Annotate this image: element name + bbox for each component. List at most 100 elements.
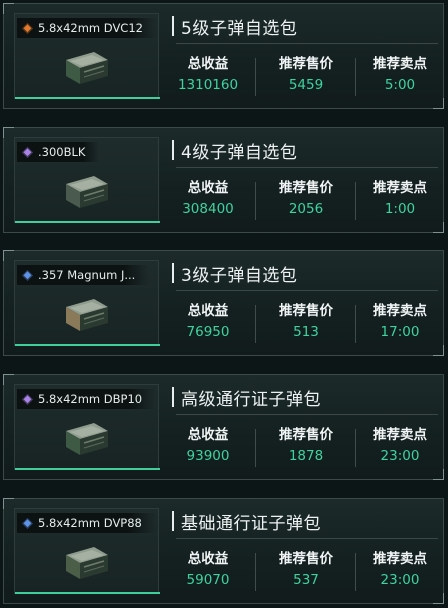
item-slot[interactable]: 5.8x42mm DVP88: [14, 508, 160, 594]
stat-label: 总收益: [187, 551, 229, 567]
item-slot[interactable]: 5.8x42mm DBP10: [14, 384, 160, 470]
item-slot[interactable]: .300BLK: [14, 137, 160, 223]
stat-label: 推荐卖点: [373, 551, 427, 567]
pack-title-row: 高级通行证子弹包: [172, 386, 321, 410]
ammo-box-icon: [62, 50, 110, 88]
stat-value: 308400: [182, 201, 234, 217]
purple-diamond-icon: [21, 146, 34, 159]
blue-diamond-icon: [21, 517, 34, 530]
stat-label: 推荐售价: [279, 303, 333, 319]
item-bar: [15, 221, 160, 223]
stat-total-income: 总收益 1310160: [164, 54, 252, 96]
stat-label: 总收益: [187, 180, 229, 196]
stats-row: 总收益 93900 推荐售价 1878 推荐卖点 23:00: [164, 425, 444, 471]
item-bar: [15, 468, 160, 470]
item-tag: .300BLK: [17, 142, 100, 162]
stat-value: 93900: [186, 448, 230, 464]
item-name: .300BLK: [38, 145, 86, 159]
ammo-box-icon: [62, 545, 110, 583]
item-tag: 5.8x42mm DBP10: [17, 389, 157, 409]
stat-value: 2056: [288, 201, 324, 217]
pack-title-row: 3级子弹自选包: [172, 262, 298, 286]
ammo-box-icon: [62, 421, 110, 459]
title-marker: [172, 263, 174, 283]
pack-title: 基础通行证子弹包: [181, 513, 321, 534]
pack-title: 4级子弹自选包: [181, 142, 298, 163]
stat-label: 推荐售价: [279, 180, 333, 196]
stat-separator: [255, 553, 256, 591]
stat-recommended-time: 推荐卖点 1:00: [356, 178, 444, 220]
stat-label: 总收益: [187, 303, 229, 319]
stat-value: 23:00: [380, 572, 420, 588]
pack-title: 高级通行证子弹包: [181, 389, 321, 410]
stat-separator: [255, 429, 256, 467]
purple-diamond-icon: [21, 393, 34, 406]
stat-label: 推荐卖点: [373, 180, 427, 196]
item-bar: [15, 97, 160, 99]
item-name: .357 Magnum J...: [38, 268, 136, 282]
stat-separator: [255, 182, 256, 220]
title-marker: [172, 16, 174, 36]
item-tag: .357 Magnum J...: [17, 265, 150, 285]
stat-value: 76950: [186, 324, 230, 340]
stats-row: 总收益 308400 推荐售价 2056 推荐卖点 1:00: [164, 178, 444, 224]
stat-value: 1310160: [177, 77, 239, 93]
stat-value: 537: [293, 572, 319, 588]
pack-title-row: 基础通行证子弹包: [172, 510, 321, 534]
title-marker: [172, 511, 174, 531]
stat-value: 5:00: [384, 77, 416, 93]
title-divider: [176, 414, 438, 415]
stat-total-income: 总收益 93900: [164, 425, 252, 467]
stat-recommended-price: 推荐售价 537: [260, 549, 352, 591]
stat-value: 1:00: [384, 201, 416, 217]
stat-label: 推荐卖点: [373, 427, 427, 443]
item-tag: 5.8x42mm DVP88: [17, 513, 156, 533]
stat-value: 1878: [288, 448, 324, 464]
title-divider: [176, 538, 438, 539]
ammo-box-icon: [62, 297, 110, 335]
orange-diamond-icon: [21, 22, 34, 35]
stat-value: 59070: [186, 572, 230, 588]
pack-title: 3级子弹自选包: [181, 265, 298, 286]
stat-label: 总收益: [187, 427, 229, 443]
stat-recommended-price: 推荐售价 5459: [260, 54, 352, 96]
stat-label: 推荐卖点: [373, 56, 427, 72]
title-divider: [176, 290, 438, 291]
item-name: 5.8x42mm DVP88: [38, 516, 142, 530]
stats-row: 总收益 76950 推荐售价 513 推荐卖点 17:00: [164, 301, 444, 347]
item-tag: 5.8x42mm DVC12: [17, 18, 157, 38]
ammo-pack-card[interactable]: 5.8x42mm DVP88 基础通行证子弹包 总收益 59070 推荐售价 5…: [3, 498, 444, 604]
title-marker: [172, 140, 174, 160]
stat-recommended-time: 推荐卖点 23:00: [356, 549, 444, 591]
item-slot[interactable]: 5.8x42mm DVC12: [14, 13, 160, 99]
title-marker: [172, 387, 174, 407]
stat-recommended-price: 推荐售价 1878: [260, 425, 352, 467]
item-bar: [15, 592, 160, 594]
ammo-pack-card[interactable]: 5.8x42mm DVC12 5级子弹自选包 总收益 1310160 推荐售价 …: [3, 3, 444, 109]
blue-diamond-icon: [21, 269, 34, 282]
pack-title-row: 5级子弹自选包: [172, 15, 298, 39]
stat-recommended-time: 推荐卖点 17:00: [356, 301, 444, 343]
stats-row: 总收益 59070 推荐售价 537 推荐卖点 23:00: [164, 549, 444, 595]
stat-label: 总收益: [187, 56, 229, 72]
stat-total-income: 总收益 308400: [164, 178, 252, 220]
item-name: 5.8x42mm DVC12: [38, 21, 143, 35]
stat-recommended-price: 推荐售价 513: [260, 301, 352, 343]
item-slot[interactable]: .357 Magnum J...: [14, 260, 160, 346]
ammo-pack-card[interactable]: .300BLK 4级子弹自选包 总收益 308400 推荐售价 2056 推荐卖…: [3, 127, 444, 233]
stats-row: 总收益 1310160 推荐售价 5459 推荐卖点 5:00: [164, 54, 444, 100]
ammo-box-icon: [62, 174, 110, 212]
pack-title: 5级子弹自选包: [181, 18, 298, 39]
ammo-pack-card[interactable]: 5.8x42mm DBP10 高级通行证子弹包 总收益 93900 推荐售价 1…: [3, 374, 444, 480]
stat-value: 23:00: [380, 448, 420, 464]
pack-title-row: 4级子弹自选包: [172, 139, 298, 163]
item-bar: [15, 344, 160, 346]
title-divider: [176, 43, 438, 44]
stat-recommended-price: 推荐售价 2056: [260, 178, 352, 220]
stat-value: 513: [293, 324, 319, 340]
stat-label: 推荐卖点: [373, 303, 427, 319]
stat-label: 推荐售价: [279, 427, 333, 443]
stat-label: 推荐售价: [279, 551, 333, 567]
stat-value: 17:00: [380, 324, 420, 340]
ammo-pack-card[interactable]: .357 Magnum J... 3级子弹自选包 总收益 76950 推荐售价 …: [3, 250, 444, 356]
